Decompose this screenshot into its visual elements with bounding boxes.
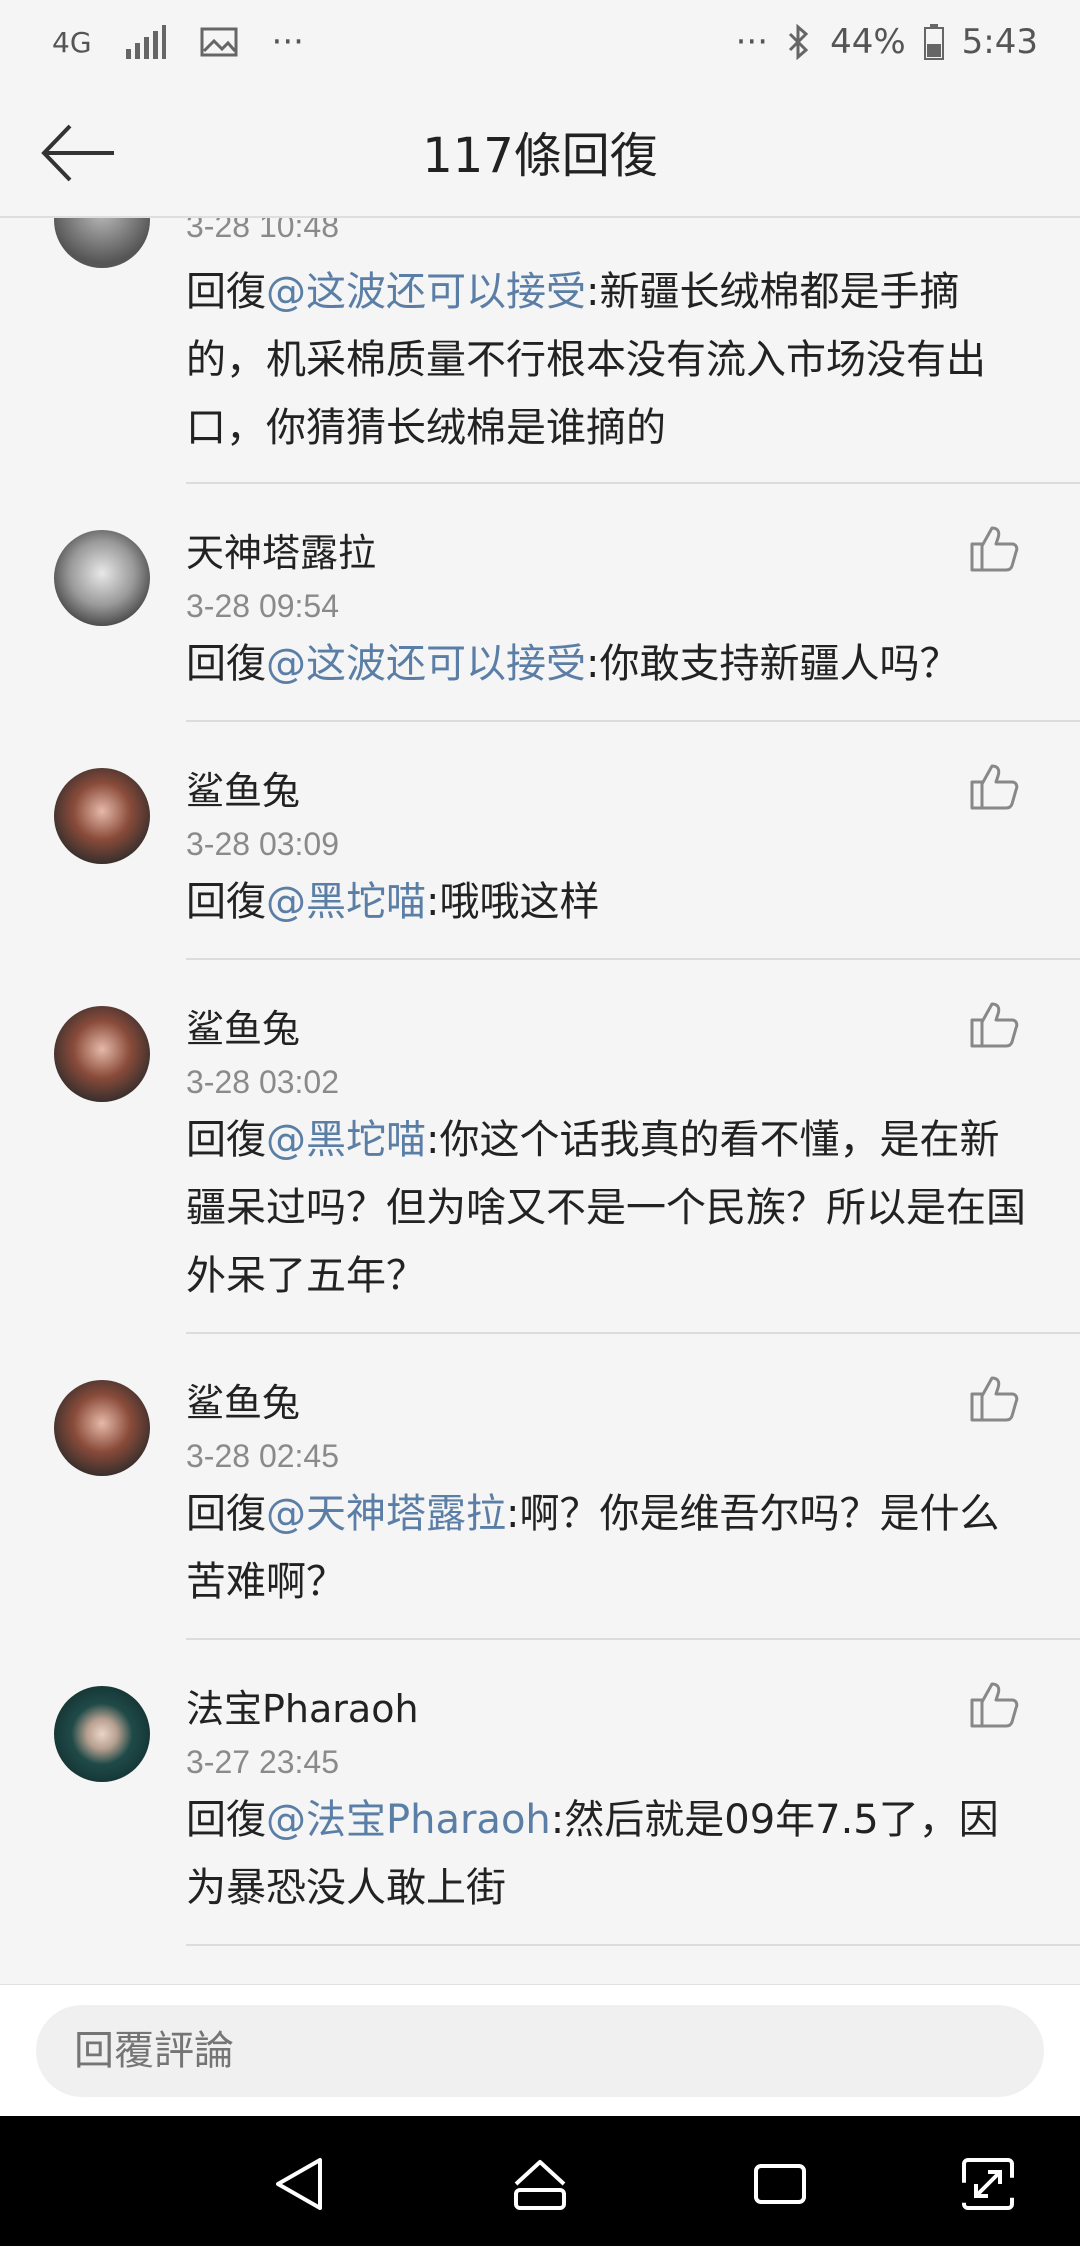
- comment-body[interactable]: 回復@这波还可以接受:你敢支持新疆人吗？: [186, 630, 1036, 698]
- reply-prefix: 回復: [186, 879, 266, 925]
- reply-prefix: 回復: [186, 641, 266, 687]
- reply-input-bar: [0, 1984, 1080, 2117]
- expand-arrows-icon: [958, 2154, 1018, 2214]
- like-button[interactable]: [968, 522, 1020, 574]
- signal-icon: [125, 25, 166, 59]
- triangle-back-icon: [270, 2154, 330, 2214]
- avatar[interactable]: [54, 768, 150, 864]
- comment-time: 3-28 03:02: [186, 1064, 340, 1100]
- avatar[interactable]: [54, 1380, 150, 1476]
- thumbs-up-icon: [968, 760, 1020, 812]
- avatar[interactable]: [54, 218, 150, 268]
- comment-item: [0, 1946, 1080, 1984]
- battery-icon: [923, 24, 944, 60]
- comment-text: :哦哦这样: [426, 879, 600, 925]
- comment-list[interactable]: 3-28 10:48 回復@这波还可以接受:新疆长绒棉都是手摘的，机采棉质量不行…: [0, 218, 1080, 1984]
- battery-percent: 44%: [830, 22, 906, 62]
- status-bar: 4G ··· ··· 44% 5:43: [0, 0, 1080, 90]
- status-dots: ···: [735, 22, 769, 62]
- avatar[interactable]: [54, 1006, 150, 1102]
- reply-prefix: 回復: [186, 1797, 266, 1843]
- bluetooth-icon: [786, 24, 812, 60]
- comment-item: 鲨鱼兔 3-28 02:45 回復@天神塔露拉:啊？你是维吾尔吗？是什么苦难啊？: [0, 1334, 1080, 1640]
- nav-expand-button[interactable]: [958, 2154, 1018, 2214]
- nav-recents-button[interactable]: [750, 2154, 810, 2214]
- like-button[interactable]: [968, 998, 1020, 1050]
- comment-item: 鲨鱼兔 3-28 03:02 回復@黑坨喵:你这个话我真的看不懂，是在新疆呆过吗…: [0, 960, 1080, 1334]
- comment-item: 鲨鱼兔 3-28 03:09 回復@黑坨喵:哦哦这样: [0, 722, 1080, 960]
- username[interactable]: 法宝Pharaoh: [186, 1678, 419, 1733]
- thumbs-up-icon: [968, 998, 1020, 1050]
- comment-time: 3-28 02:45: [186, 1438, 340, 1474]
- nav-home-button[interactable]: [510, 2154, 570, 2214]
- comment-body[interactable]: 回復@这波还可以接受:新疆长绒棉都是手摘的，机采棉质量不行根本没有流入市场没有出…: [186, 258, 1036, 462]
- reply-prefix: 回復: [186, 269, 266, 315]
- comment-body[interactable]: 回復@黑坨喵:你这个话我真的看不懂，是在新疆呆过吗？但为啥又不是一个民族？所以是…: [186, 1106, 1036, 1310]
- comment-item: 天神塔露拉 3-28 09:54 回復@这波还可以接受:你敢支持新疆人吗？: [0, 484, 1080, 722]
- username[interactable]: 天神塔露拉: [186, 522, 376, 577]
- mention-link[interactable]: @法宝Pharaoh: [266, 1797, 551, 1843]
- home-icon: [510, 2154, 570, 2214]
- network-type: 4G: [52, 25, 92, 59]
- comment-body[interactable]: 回復@黑坨喵:哦哦这样: [186, 868, 1036, 936]
- mention-link[interactable]: @这波还可以接受: [266, 269, 586, 315]
- nav-back-button[interactable]: [270, 2154, 330, 2214]
- like-button[interactable]: [968, 1372, 1020, 1424]
- image-notification-icon: [200, 27, 238, 57]
- mention-link[interactable]: @天神塔露拉: [266, 1491, 506, 1537]
- comment-body[interactable]: 回復@法宝Pharaoh:然后就是09年7.5了，因为暴恐没人敢上街: [186, 1786, 1036, 1922]
- header: 117條回復: [0, 90, 1080, 218]
- thumbs-up-icon: [968, 1372, 1020, 1424]
- like-button[interactable]: [968, 760, 1020, 812]
- page-title: 117條回復: [422, 128, 658, 184]
- avatar[interactable]: [54, 1686, 150, 1782]
- avatar[interactable]: [54, 530, 150, 626]
- system-nav-bar: [0, 2116, 1080, 2246]
- comment-item: 3-28 10:48 回復@这波还可以接受:新疆长绒棉都是手摘的，机采棉质量不行…: [0, 218, 1080, 484]
- mention-link[interactable]: @这波还可以接受: [266, 641, 586, 687]
- thumbs-up-icon: [968, 1678, 1020, 1730]
- more-notifications: ···: [271, 22, 304, 62]
- comment-time: 3-28 10:48: [186, 218, 340, 244]
- reply-prefix: 回復: [186, 1491, 266, 1537]
- reply-prefix: 回復: [186, 1117, 266, 1163]
- like-button[interactable]: [968, 1678, 1020, 1730]
- clock: 5:43: [961, 22, 1038, 62]
- username[interactable]: 鲨鱼兔: [186, 1372, 300, 1427]
- mention-link[interactable]: @黑坨喵: [266, 879, 426, 925]
- comment-item: 法宝Pharaoh 3-27 23:45 回復@法宝Pharaoh:然后就是09…: [0, 1640, 1080, 1946]
- thumbs-up-icon: [968, 522, 1020, 574]
- comment-time: 3-27 23:45: [186, 1744, 340, 1780]
- comment-text: :你敢支持新疆人吗？: [586, 641, 960, 687]
- comment-time: 3-28 09:54: [186, 588, 340, 624]
- comment-body[interactable]: 回復@天神塔露拉:啊？你是维吾尔吗？是什么苦难啊？: [186, 1480, 1036, 1616]
- username[interactable]: 鲨鱼兔: [186, 998, 300, 1053]
- recents-icon: [750, 2154, 810, 2214]
- comment-time: 3-28 03:09: [186, 826, 340, 862]
- mention-link[interactable]: @黑坨喵: [266, 1117, 426, 1163]
- username[interactable]: 鲨鱼兔: [186, 760, 300, 815]
- reply-input[interactable]: [36, 2005, 1044, 2097]
